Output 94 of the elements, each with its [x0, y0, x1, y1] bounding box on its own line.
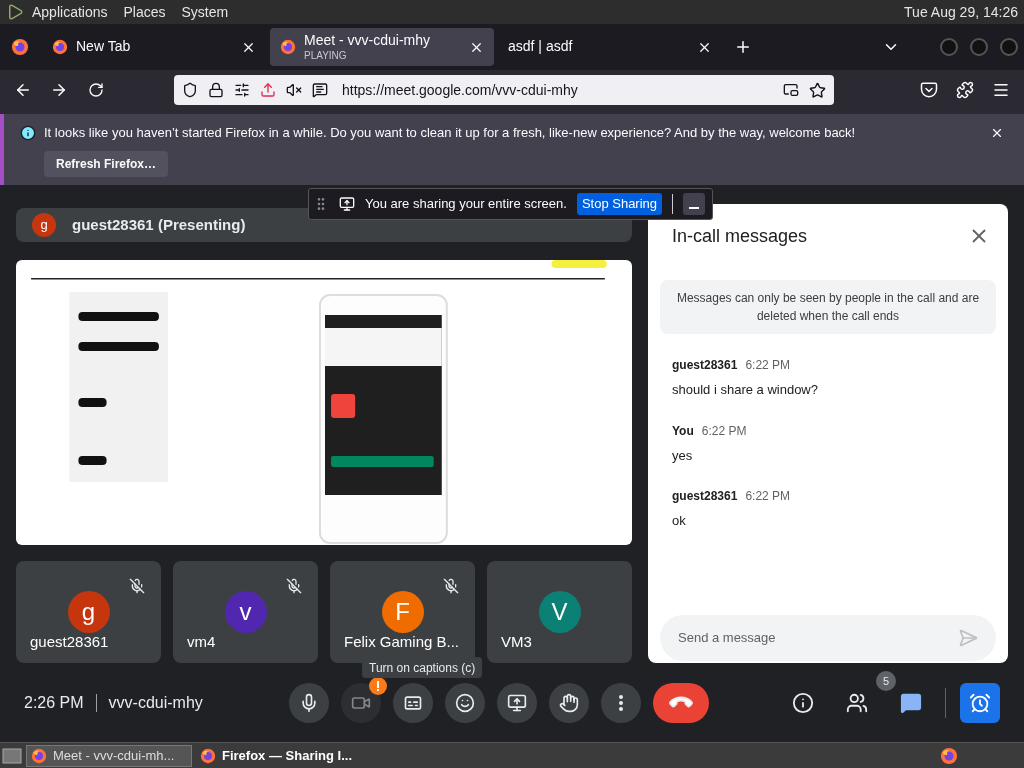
share-screen-icon: [339, 196, 355, 212]
participant-tile[interactable]: g guest28361: [16, 561, 161, 663]
pocket-icon[interactable]: [920, 81, 938, 99]
taskbar-item[interactable]: Meet - vvv-cdui-mh...: [26, 744, 192, 767]
chat-notice: Messages can only be seen by people in the call and are deleted when the call ends: [660, 280, 996, 334]
tab-title: asdf | asdf: [508, 38, 574, 56]
count-badge: 5: [876, 671, 896, 691]
tab-title: New Tab: [76, 38, 132, 56]
message-sender: guest28361: [672, 488, 738, 505]
close-icon[interactable]: [990, 126, 1004, 140]
participant-tile[interactable]: v vm4: [173, 561, 318, 663]
browser-tab[interactable]: asdf | asdf: [498, 28, 722, 66]
tab-title: Meet - vvv-cdui-mhy: [304, 32, 432, 50]
participant-name: Felix Gaming B...: [344, 632, 460, 652]
more-icon: [618, 694, 623, 711]
info-icon: [20, 124, 36, 141]
participant-name: guest28361: [30, 632, 109, 652]
tab-status: PLAYING: [304, 49, 348, 62]
message-time: 6:22 PM: [701, 422, 747, 440]
menu-icon[interactable]: [992, 81, 1010, 99]
distro-logo-icon: [6, 3, 24, 21]
participant-name: vm4: [187, 632, 216, 652]
notification-text: It looks like you haven’t started Firefox in a while. Do you want to clean it up for a fresh, like-new experience? And by the way, welcome back!: [44, 124, 856, 142]
panel-menu[interactable]: System: [181, 1, 229, 23]
message-text: ok: [672, 512, 687, 530]
browser-tab[interactable]: New Tab: [42, 28, 266, 66]
hand-icon: [558, 692, 579, 713]
message-time: 6:22 PM: [745, 357, 791, 374]
refresh-firefox-button[interactable]: Refresh Firefox…: [44, 150, 169, 177]
info-icon: [792, 691, 814, 714]
reload-icon[interactable]: [88, 82, 104, 98]
message-input[interactable]: Send a message: [660, 615, 996, 661]
back-icon[interactable]: [14, 81, 32, 99]
message-text: yes: [672, 446, 694, 465]
lock-icon[interactable]: [208, 82, 224, 98]
chat-icon: [900, 691, 922, 714]
panel-menu[interactable]: Places: [123, 1, 166, 23]
avatar: g: [67, 591, 110, 633]
alarm-clock-icon: [969, 691, 991, 714]
url-text: https://meet.google.com/vvv-cdui-mhy: [342, 80, 578, 100]
message-sender: You: [672, 422, 694, 440]
forward-icon[interactable]: [50, 81, 68, 99]
browser-tab[interactable]: Meet - vvv-cdui-mhy PLAYING: [270, 28, 494, 66]
panel-menu[interactable]: Applications: [32, 1, 108, 23]
picture-in-picture-icon[interactable]: [783, 82, 799, 98]
maximize-window-icon[interactable]: [970, 38, 988, 56]
presenter-name: guest28361 (Presenting): [72, 214, 246, 235]
close-window-icon[interactable]: [1000, 38, 1018, 56]
permissions-icon[interactable]: [234, 82, 250, 98]
people-icon: [846, 691, 868, 714]
camera-button[interactable]: [340, 682, 381, 723]
participant-name: VM3: [501, 632, 532, 652]
chat-title: In-call messages: [672, 224, 808, 248]
activities-button[interactable]: [960, 682, 1000, 723]
browser-logo-icon: [11, 38, 29, 56]
browser-logo-icon: [200, 747, 216, 764]
tooltip: Turn on captions (c): [362, 657, 483, 678]
taskbar-item[interactable]: Firefox — Sharing I...: [196, 744, 362, 767]
bookmark-star-icon[interactable]: [809, 81, 826, 99]
present-screen-icon: [506, 692, 527, 713]
leave-call-button[interactable]: [652, 682, 709, 723]
browser-logo-icon: [940, 746, 958, 765]
participant-tile[interactable]: F Felix Gaming B...: [330, 561, 475, 663]
avatar: v: [224, 591, 267, 633]
taskbar-title: Firefox — Sharing I...: [222, 746, 353, 765]
message-sender: guest28361: [672, 357, 738, 374]
browser-logo-icon: [280, 39, 296, 55]
extensions-icon[interactable]: [956, 81, 974, 99]
smiley-icon: [454, 692, 475, 713]
meeting-time: 2:26 PM: [24, 692, 84, 713]
browser-logo-icon: [52, 39, 68, 55]
muted-speaker-icon[interactable]: [286, 82, 302, 98]
stop-sharing-button[interactable]: Stop Sharing: [576, 193, 663, 215]
panel-clock: Tue Aug 29, 14:26: [904, 2, 1018, 22]
message-field[interactable]: Send a message: [678, 628, 958, 648]
avatar: g: [32, 213, 56, 237]
taskbar-title: Meet - vvv-cdui-mh...: [53, 746, 175, 765]
message-text: should i share a window?: [672, 381, 819, 399]
message-time: 6:22 PM: [745, 488, 791, 505]
minimize-icon: [689, 207, 700, 209]
participant-tile[interactable]: V VM3: [487, 561, 632, 663]
avatar: F: [381, 591, 424, 633]
screen-share-indicator-icon[interactable]: [260, 82, 276, 98]
message-icon[interactable]: [312, 82, 328, 98]
minimize-window-icon[interactable]: [940, 38, 958, 56]
meeting-code: vvv-cdui-mhy: [108, 692, 203, 713]
minimize-button[interactable]: [683, 193, 706, 215]
new-tab-icon[interactable]: [734, 38, 752, 56]
show-desktop-icon[interactable]: [2, 746, 22, 765]
shield-icon[interactable]: [182, 82, 198, 98]
avatar: V: [538, 591, 581, 633]
sharing-text: You are sharing your entire screen.: [365, 195, 567, 214]
browser-logo-icon: [31, 747, 47, 764]
address-bar[interactable]: https://meet.google.com/vvv-cdui-mhy: [174, 75, 834, 105]
